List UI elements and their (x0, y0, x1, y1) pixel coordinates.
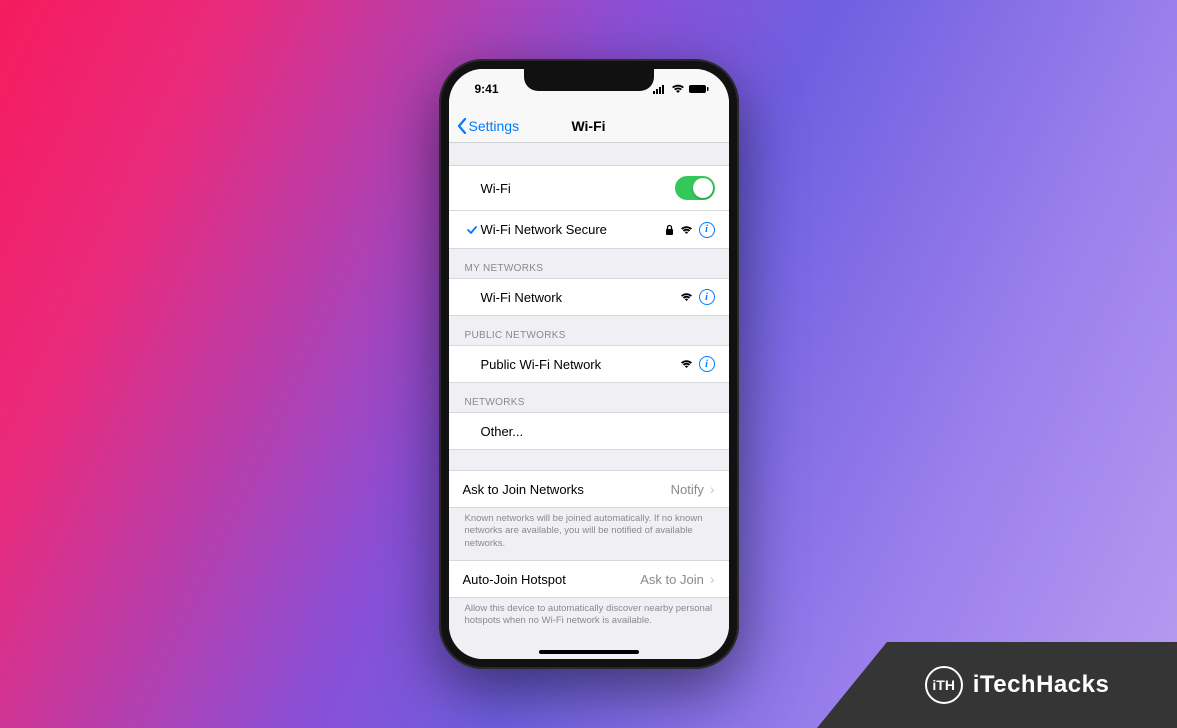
status-time: 9:41 (475, 82, 499, 96)
page-title: Wi-Fi (571, 118, 605, 134)
auto-join-label: Auto-Join Hotspot (463, 572, 641, 587)
back-button[interactable]: Settings (457, 118, 520, 134)
chevron-right-icon: › (710, 481, 715, 497)
chevron-left-icon (457, 118, 467, 134)
public-network-row[interactable]: Public Wi-Fi Network i (449, 345, 729, 383)
chevron-right-icon: › (710, 571, 715, 587)
public-network-name: Public Wi-Fi Network (481, 357, 680, 372)
wifi-signal-icon (680, 359, 693, 369)
status-indicators (653, 84, 709, 94)
auto-join-footer: Allow this device to automatically disco… (449, 598, 729, 638)
wifi-toggle-label: Wi-Fi (481, 181, 675, 196)
watermark-logo: iTH (925, 666, 963, 704)
ask-to-join-label: Ask to Join Networks (463, 482, 671, 497)
home-indicator[interactable] (539, 650, 639, 654)
back-label: Settings (469, 118, 520, 134)
auto-join-value: Ask to Join (640, 572, 704, 587)
wifi-toggle-row[interactable]: Wi-Fi (449, 165, 729, 211)
watermark-text: iTechHacks (973, 671, 1110, 699)
public-networks-header: PUBLIC NETWORKS (449, 316, 729, 345)
ask-to-join-row[interactable]: Ask to Join Networks Notify › (449, 470, 729, 508)
info-button[interactable]: i (699, 222, 715, 238)
battery-icon (689, 84, 709, 94)
my-network-row[interactable]: Wi-Fi Network i (449, 278, 729, 316)
wifi-status-icon (671, 84, 685, 94)
wifi-signal-icon (680, 225, 693, 235)
wifi-signal-icon (680, 292, 693, 302)
other-network-row[interactable]: Other... (449, 412, 729, 450)
checkmark-icon (463, 224, 481, 236)
info-button[interactable]: i (699, 356, 715, 372)
info-button[interactable]: i (699, 289, 715, 305)
networks-header: NETWORKS (449, 383, 729, 412)
connected-network-row[interactable]: Wi-Fi Network Secure i (449, 211, 729, 249)
cellular-icon (653, 84, 667, 94)
settings-content[interactable]: Wi-Fi Wi-Fi Network Secure i (449, 143, 729, 659)
other-label: Other... (481, 424, 715, 439)
wifi-toggle[interactable] (675, 176, 715, 200)
phone-frame: 9:41 Settings Wi-Fi (439, 59, 739, 669)
nav-bar: Settings Wi-Fi (449, 109, 729, 143)
my-networks-header: MY NETWORKS (449, 249, 729, 278)
connected-network-name: Wi-Fi Network Secure (481, 222, 665, 237)
lock-icon (665, 224, 674, 236)
my-network-name: Wi-Fi Network (481, 290, 680, 305)
ask-to-join-footer: Known networks will be joined automatica… (449, 508, 729, 560)
ask-to-join-value: Notify (671, 482, 704, 497)
phone-notch (524, 69, 654, 91)
auto-join-hotspot-row[interactable]: Auto-Join Hotspot Ask to Join › (449, 560, 729, 598)
phone-screen: 9:41 Settings Wi-Fi (449, 69, 729, 659)
